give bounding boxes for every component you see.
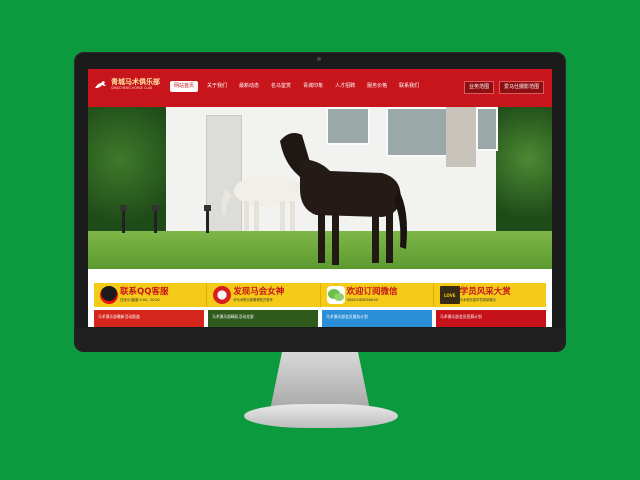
promo-wechat[interactable]: 欢迎订阅微信 QINGCHENGMAHUI bbox=[321, 283, 434, 307]
card-news[interactable]: 马术俱乐部最新活动报道 bbox=[94, 310, 204, 327]
card-services[interactable]: 马术俱乐部会员服务计划 bbox=[322, 310, 432, 327]
love-icon: LOVE bbox=[439, 286, 460, 304]
monitor: 青城马术俱乐部 QINGCHENG HORSE CLUB 网站首页 关于我们 最… bbox=[74, 52, 566, 352]
promo-weibo[interactable]: 发现马会女神 @马术俱乐部微博官方账号 bbox=[207, 283, 321, 307]
weibo-icon bbox=[213, 286, 232, 304]
site-header: 青城马术俱乐部 QINGCHENG HORSE CLUB 网站首页 关于我们 最… bbox=[88, 69, 552, 107]
lamp-post bbox=[204, 205, 211, 233]
card-highlights[interactable]: 马术俱乐部精彩活动花絮 bbox=[208, 310, 318, 327]
promo-title: 联系QQ客服 bbox=[120, 287, 169, 298]
monitor-stand-base bbox=[244, 404, 398, 428]
nav-item-jobs[interactable]: 人才招聘 bbox=[332, 81, 358, 92]
nav-item-home[interactable]: 网站首页 bbox=[170, 81, 199, 92]
header-buttons: 业务范围 爱马仕摄影范围 bbox=[463, 81, 544, 94]
monitor-chin bbox=[74, 328, 566, 352]
monitor-stand-neck bbox=[270, 352, 370, 410]
lamp-post bbox=[152, 205, 159, 233]
promo-qq[interactable]: 联系QQ客服 在线QQ客服 9:00 - 20:00 bbox=[94, 283, 208, 307]
nav-item-about[interactable]: 关于我们 bbox=[204, 81, 230, 92]
logo-subtitle: QINGCHENG HORSE CLUB bbox=[111, 86, 153, 90]
business-scope-button[interactable]: 业务范围 bbox=[463, 81, 494, 94]
card-recruit[interactable]: 马术俱乐部会员招募计划 bbox=[436, 310, 546, 327]
promo-subtitle: @马术俱乐部微博官方账号 bbox=[233, 297, 273, 302]
horse-logo-icon bbox=[94, 80, 108, 90]
screen: 青城马术俱乐部 QINGCHENG HORSE CLUB 网站首页 关于我们 最… bbox=[88, 69, 552, 327]
logo-title: 青城马术俱乐部 bbox=[111, 78, 160, 86]
main-nav: 网站首页 关于我们 最新动态 名马鉴赏 青城印象 人才招聘 服务价格 联系我们 bbox=[170, 81, 422, 92]
nav-item-contact[interactable]: 联系我们 bbox=[396, 81, 422, 92]
site-logo[interactable]: 青城马术俱乐部 QINGCHENG HORSE CLUB bbox=[94, 79, 160, 90]
promo-subtitle: 在线QQ客服 9:00 - 20:00 bbox=[120, 297, 160, 302]
black-horse-image bbox=[280, 133, 407, 265]
nav-item-horses[interactable]: 名马鉴赏 bbox=[268, 81, 294, 92]
photography-button[interactable]: 爱马仕摄影范围 bbox=[498, 81, 544, 94]
camera bbox=[317, 57, 321, 61]
nav-item-news[interactable]: 最新动态 bbox=[236, 81, 262, 92]
nav-item-impressions[interactable]: 青城印象 bbox=[300, 81, 326, 92]
promo-students[interactable]: LOVE 学员风采大赏 马术俱乐部学员风采展示 bbox=[434, 283, 546, 307]
promo-title: 学员风采大赏 bbox=[459, 287, 511, 298]
promo-subtitle: QINGCHENGMAHUI bbox=[346, 297, 378, 302]
hero-banner[interactable] bbox=[88, 107, 552, 269]
nav-item-pricing[interactable]: 服务价格 bbox=[364, 81, 390, 92]
building-window bbox=[476, 107, 498, 151]
promo-strip: 联系QQ客服 在线QQ客服 9:00 - 20:00 发现马会女神 @马术俱乐部… bbox=[94, 283, 546, 307]
qq-icon bbox=[100, 286, 118, 304]
promo-title: 欢迎订阅微信 bbox=[346, 287, 398, 298]
trees-right bbox=[494, 107, 552, 237]
brick-wall bbox=[446, 107, 476, 167]
lamp-post bbox=[120, 205, 127, 233]
promo-subtitle: 马术俱乐部学员风采展示 bbox=[459, 297, 497, 302]
wechat-icon bbox=[326, 286, 345, 304]
content-cards: 马术俱乐部最新活动报道 马术俱乐部精彩活动花絮 马术俱乐部会员服务计划 马术俱乐… bbox=[94, 310, 546, 327]
promo-title: 发现马会女神 bbox=[233, 287, 285, 298]
